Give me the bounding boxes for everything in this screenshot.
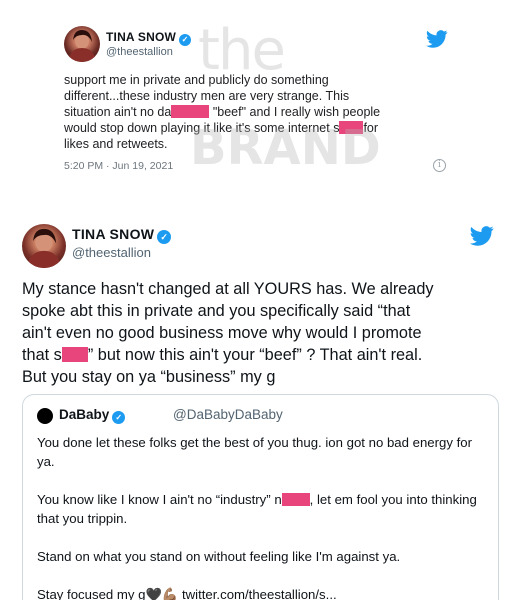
tweet-text-line: that s ” but now this ain't your “beef” ?… bbox=[22, 344, 502, 366]
user-handle[interactable]: @DaBabyDaBaby bbox=[173, 407, 283, 422]
redaction-bar bbox=[281, 493, 310, 506]
timestamp-link[interactable]: 5:20 PM · Jun 19, 2021 bbox=[64, 160, 173, 172]
user-handle[interactable]: @theestallion bbox=[106, 46, 173, 58]
avatar[interactable] bbox=[37, 408, 53, 424]
avatar[interactable] bbox=[22, 224, 66, 268]
tweet-card-2: TINA SNOW ✓ @theestallion My stance hasn'… bbox=[6, 218, 514, 600]
quoted-paragraph: You know like I know I ain't no “industr… bbox=[37, 490, 487, 528]
quoted-text-segment: You know like I know I ain't no “industr… bbox=[37, 492, 282, 507]
tweet-text-segment: "beef" and I really wish people bbox=[212, 105, 381, 119]
quoted-paragraph: Stay focused my g🖤💪🏽 twitter.com/theesta… bbox=[37, 585, 487, 600]
tweet-text-line: support me in private and publicly do so… bbox=[64, 73, 329, 87]
redaction-bar bbox=[61, 347, 88, 362]
tweet-text-line: situation ain't no da "beef" and I reall… bbox=[64, 104, 448, 120]
tweet-text-segment: for bbox=[363, 121, 379, 135]
verified-badge-icon: ✓ bbox=[112, 411, 126, 424]
display-name-text: DaBaby bbox=[59, 407, 110, 422]
info-icon[interactable]: i bbox=[433, 159, 446, 172]
quoted-paragraph: You done let these folks get the best of… bbox=[37, 435, 473, 469]
display-name[interactable]: TINA SNOW ✓ bbox=[106, 30, 192, 46]
display-name[interactable]: TINA SNOW ✓ bbox=[72, 226, 172, 244]
redaction-bar bbox=[339, 121, 364, 134]
tweet-text-line: spoke abt this in private and you specif… bbox=[22, 302, 411, 320]
avatar-photo bbox=[26, 228, 62, 268]
avatar[interactable] bbox=[64, 26, 100, 62]
avatar-photo bbox=[68, 30, 96, 62]
verified-badge-icon: ✓ bbox=[179, 34, 192, 46]
emoji: 🖤💪🏽 bbox=[145, 587, 179, 600]
tweet-link[interactable]: twitter.com/theestallion/s... bbox=[178, 587, 337, 600]
tweet-card-1: TINA SNOW ✓ @theestallion support me in p… bbox=[58, 22, 460, 194]
tweet-text-line: likes and retweets. bbox=[64, 137, 168, 151]
display-name-text: TINA SNOW bbox=[106, 30, 177, 44]
quoted-tweet[interactable]: DaBaby ✓ @DaBabyDaBaby You done let these… bbox=[22, 394, 499, 600]
tweet-text-line: My stance hasn't changed at all YOURS ha… bbox=[22, 280, 434, 298]
tweet-text: support me in private and publicly do so… bbox=[64, 72, 448, 152]
display-name[interactable]: DaBaby ✓ bbox=[59, 407, 126, 424]
tweet-text-line: would stop down playing it like it's som… bbox=[64, 120, 448, 136]
tweet-text: My stance hasn't changed at all YOURS ha… bbox=[22, 278, 502, 388]
tweet-text-segment: ” but now this ain't your “beef” ? That … bbox=[87, 346, 423, 364]
tweet-text-segment: that s bbox=[22, 346, 62, 364]
tweet-text-line: different...these industry men are very … bbox=[64, 89, 350, 103]
verified-badge-icon: ✓ bbox=[157, 230, 172, 244]
display-name-text: TINA SNOW bbox=[72, 226, 155, 242]
tweet-text-segment: would stop down playing it like it's som… bbox=[64, 121, 340, 135]
tweet-text-line: But you stay on ya “business” my g bbox=[22, 368, 276, 386]
quoted-paragraph: Stand on what you stand on without feeli… bbox=[37, 549, 401, 564]
quoted-text-segment: Stay focused my g bbox=[37, 587, 146, 600]
twitter-bird-icon[interactable] bbox=[426, 30, 448, 48]
quoted-tweet-text: You done let these folks get the best of… bbox=[37, 433, 487, 600]
twitter-bird-icon[interactable] bbox=[470, 226, 494, 246]
redaction-bar bbox=[171, 105, 210, 118]
tweet-text-line: ain't even no good business move why wou… bbox=[22, 324, 422, 342]
tweet-text-segment: situation ain't no da bbox=[64, 105, 172, 119]
user-handle[interactable]: @theestallion bbox=[72, 245, 151, 260]
